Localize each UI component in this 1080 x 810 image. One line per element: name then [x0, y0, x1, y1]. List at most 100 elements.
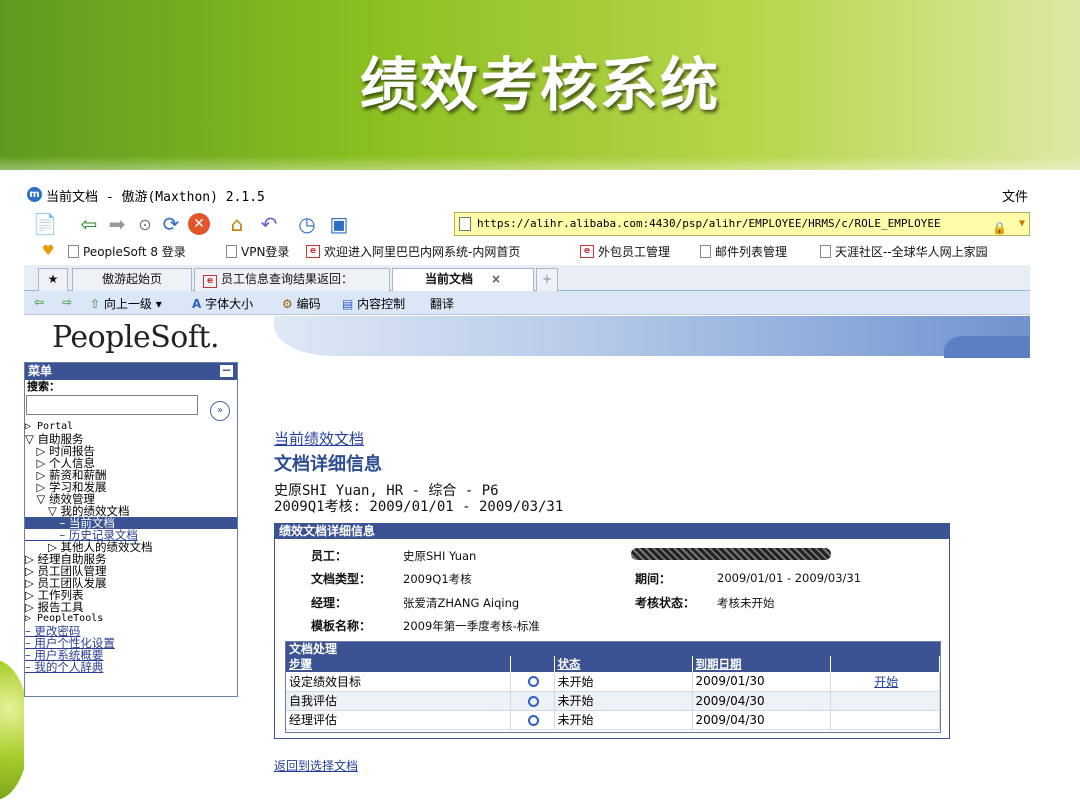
tab-employee-query[interactable]: e 员工信息查询结果返回： — [194, 268, 390, 291]
menu-tree: ▷ Portal ▽ 自助服务 ▷ 时间报告 ▷ 个人信息 ▷ 薪资和薪酬 ▷ … — [25, 421, 237, 673]
address-bar[interactable]: https://alihr.alibaba.com:4430/psp/alihr… — [454, 212, 1030, 236]
fav-outsourcing[interactable]: e 外包员工管理 — [580, 243, 670, 260]
redaction-scribble — [631, 548, 831, 560]
forward-icon[interactable]: ⇨ — [62, 295, 72, 309]
menu-item-peopletools[interactable]: ▷ PeopleTools — [25, 613, 237, 625]
step-cell: 设定绩效目标 — [286, 672, 511, 692]
slide-title: 绩效考核系统 — [359, 51, 720, 119]
fav-alibaba-intranet[interactable]: e 欢迎进入阿里巴巴内网系统-内网首页 — [306, 243, 520, 260]
menu-item-current-doc[interactable]: – 当前文档 — [25, 516, 237, 529]
fav-peoplesoft[interactable]: PeopleSoft 8 登录 — [68, 243, 186, 260]
current-doc-link[interactable]: 当前绩效文档 — [274, 428, 364, 449]
chevron-down-icon[interactable]: ▼ — [1019, 213, 1025, 235]
table-row: 设定绩效目标 未开始 2009/01/30 开始 — [286, 672, 940, 692]
menu-item-my-docs[interactable]: ▽ 我的绩效文档 — [25, 505, 237, 517]
page-icon — [459, 217, 471, 231]
menu-header: 菜单 − — [25, 363, 237, 380]
content-control-icon: ▤ — [342, 297, 354, 311]
clock-icon[interactable]: ◷ — [294, 211, 320, 237]
table-row: 自我评估 未开始 2009/04/30 — [286, 691, 940, 711]
menu-item-team-management[interactable]: ▷ 员工团队管理 — [25, 565, 237, 577]
history-dropdown-icon[interactable]: ⊙ — [132, 211, 158, 237]
menu-item-self-service[interactable]: ▽ 自助服务 — [25, 433, 237, 445]
status-label: 考核状态： — [635, 596, 696, 610]
header-banner — [274, 316, 1030, 356]
menu-item-system-profile[interactable]: – 用户系统概要 — [25, 649, 237, 661]
tab-current-document[interactable]: 当前文档 × — [392, 268, 534, 292]
page-icon — [68, 245, 79, 258]
menu-item-change-password[interactable]: – 更改密码 — [25, 625, 237, 637]
stop-icon[interactable]: ✕ — [186, 211, 212, 237]
page-icon — [700, 245, 711, 258]
col-due[interactable]: 到期日期 — [692, 656, 831, 672]
menu-search-input[interactable] — [26, 394, 198, 415]
favorites-heart-icon[interactable]: ♥ — [42, 243, 55, 259]
start-link[interactable]: 开始 — [874, 675, 898, 689]
browser-window: m 当前文档 - 傲游(Maxthon) 2.1.5 文件 📄 ⇦ ➡ ⊙ ⟳ … — [24, 182, 1030, 810]
menu-item-worklist[interactable]: ▷ 工作列表 — [25, 589, 237, 601]
processing-header: 文档处理 — [286, 642, 940, 656]
navigation-bar: ⇦ ⇨ ⇧ 向上一级 ▾ A 字体大小 ⚙ 编码 ▤ 内容控制 翻译 — [24, 291, 1030, 315]
tab-start-page[interactable]: 傲游起始页 — [72, 268, 192, 291]
col-radio — [510, 656, 555, 672]
due-cell: 2009/04/30 — [692, 710, 831, 730]
return-link[interactable]: 返回到选择文档 — [274, 757, 358, 774]
collapse-icon[interactable]: − — [220, 364, 233, 377]
menu-item-performance[interactable]: ▽ 绩效管理 — [25, 493, 237, 505]
manager-value: 张爱清ZHANG Aiqing — [403, 596, 520, 610]
radio-icon[interactable] — [510, 672, 555, 692]
forward-icon[interactable]: ➡ — [104, 211, 130, 237]
address-text: https://alihr.alibaba.com:4430/psp/alihr… — [477, 217, 941, 230]
menu-item-dictionary[interactable]: – 我的个人辞典 — [25, 661, 237, 673]
detail-box: 绩效文档详细信息 员工： 史原SHI Yuan 文档类型： 2009Q1考核 期… — [274, 523, 950, 739]
template-value: 2009年第一季度考核-标准 — [403, 619, 540, 633]
menu-file[interactable]: 文件 — [1002, 186, 1028, 205]
new-page-icon[interactable]: 📄 — [32, 211, 58, 237]
menu-item-time-report[interactable]: ▷ 时间报告 — [25, 445, 237, 457]
up-level-icon: ⇧ — [90, 297, 101, 311]
translate-button[interactable]: 翻译 — [430, 295, 454, 312]
menu-item-report-tools[interactable]: ▷ 报告工具 — [25, 601, 237, 613]
status-cell: 未开始 — [554, 672, 693, 692]
menu-item-learning[interactable]: ▷ 学习和发展 — [25, 481, 237, 493]
window-icon[interactable]: ▣ — [326, 211, 352, 237]
menu-search-label: 搜索： — [27, 380, 60, 393]
back-icon[interactable]: ⇦ — [76, 211, 102, 237]
table-row: 经理评估 未开始 2009/04/30 — [286, 710, 940, 730]
undo-close-icon[interactable]: ↶ — [256, 211, 282, 237]
menu-item-team-development[interactable]: ▷ 员工团队发展 — [25, 577, 237, 589]
page-icon — [226, 245, 237, 258]
fav-vpn[interactable]: VPN登录 — [226, 243, 289, 260]
home-icon[interactable]: ⌂ — [224, 211, 250, 237]
fav-mail-list[interactable]: 邮件列表管理 — [700, 243, 787, 260]
back-icon[interactable]: ⇦ — [34, 295, 44, 309]
menu-item-others-docs[interactable]: ▷ 其他人的绩效文档 — [25, 541, 237, 553]
menu-item-manager-self-service[interactable]: ▷ 经理自助服务 — [25, 553, 237, 565]
menu-item-personal-info[interactable]: ▷ 个人信息 — [25, 457, 237, 469]
star-icon[interactable]: ★ — [38, 268, 68, 291]
menu-item-portal[interactable]: ▷ Portal — [25, 421, 237, 433]
menu-item-history-doc[interactable]: – 历史记录文档 — [25, 529, 237, 541]
browser-toolbar: 📄 ⇦ ➡ ⊙ ⟳ ✕ ⌂ ↶ ◷ ▣ https://alihr.alibab… — [24, 206, 1030, 240]
page-title: 文档详细信息 — [274, 454, 382, 475]
doc-type-label: 文档类型： — [311, 572, 372, 586]
period-value: 2009/01/01 - 2009/03/31 — [717, 571, 862, 585]
new-tab-button[interactable]: + — [536, 268, 558, 291]
employee-value: 史原SHI Yuan — [403, 549, 477, 563]
font-size-button[interactable]: A 字体大小 — [192, 295, 253, 312]
fav-tianya[interactable]: 天涯社区--全球华人网上家园 — [820, 243, 988, 260]
close-icon[interactable]: × — [491, 272, 501, 286]
radio-icon[interactable] — [510, 710, 555, 730]
menu-item-compensation[interactable]: ▷ 薪资和薪酬 — [25, 469, 237, 481]
up-level-button[interactable]: ⇧ 向上一级 ▾ — [90, 295, 162, 312]
search-go-icon[interactable]: » — [210, 401, 230, 421]
menu-item-personalization[interactable]: – 用户个性化设置 — [25, 637, 237, 649]
radio-icon[interactable] — [510, 691, 555, 711]
content-control-button[interactable]: ▤ 内容控制 — [342, 295, 405, 312]
encoding-button[interactable]: ⚙ 编码 — [282, 295, 321, 312]
col-status[interactable]: 状态 — [554, 656, 693, 672]
table-header-row: 步骤 状态 到期日期 — [286, 656, 940, 672]
status-value: 考核未开始 — [717, 596, 775, 610]
refresh-icon[interactable]: ⟳ — [158, 211, 184, 237]
col-step[interactable]: 步骤 — [286, 656, 511, 672]
